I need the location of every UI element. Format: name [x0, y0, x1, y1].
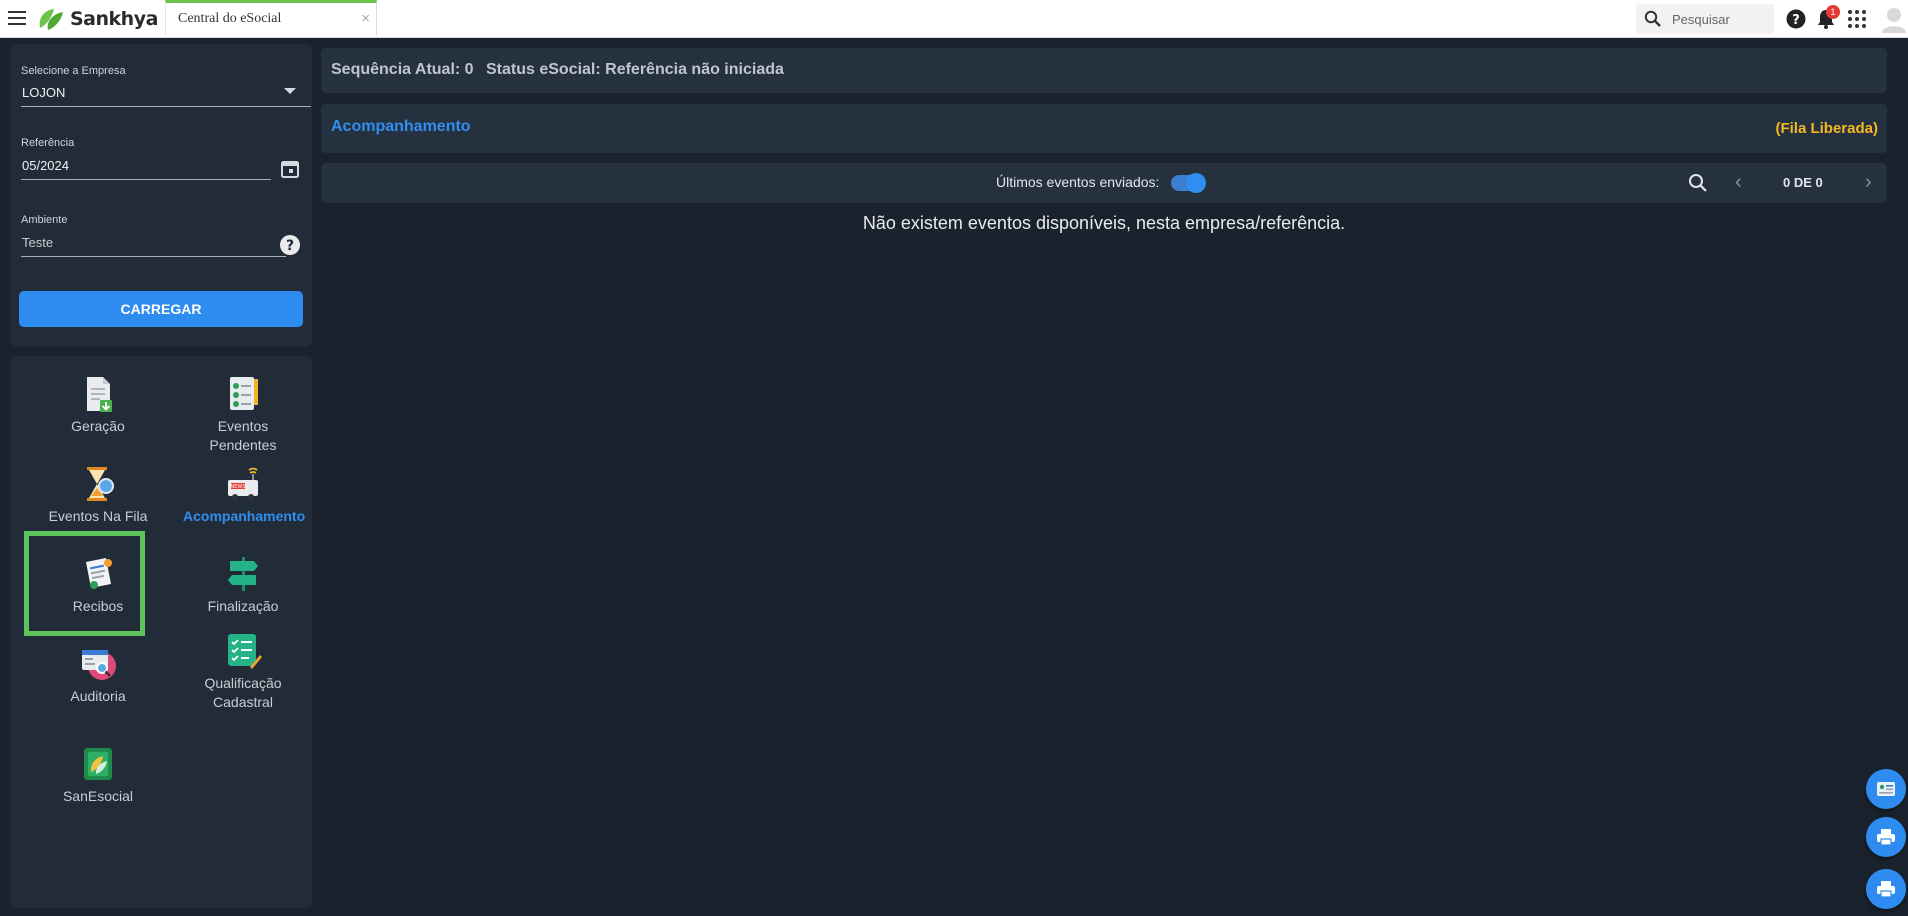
document-download-icon [87, 377, 112, 412]
status-bar: Sequência Atual: 0 Status eSocial: Refer… [321, 48, 1887, 93]
navigation-panel: Geração Eventos Pendentes Eventos Na Fil… [10, 356, 312, 908]
recibos-highlight-box [24, 531, 145, 636]
hamburger-menu-icon[interactable] [8, 11, 26, 25]
ambiente-underline [21, 256, 286, 257]
svg-text:?: ? [1792, 13, 1800, 28]
svg-text:NEWS: NEWS [230, 484, 245, 490]
empresa-underline [21, 106, 311, 107]
signpost-icon [228, 557, 258, 591]
menu-item-qualificacao-cadastral[interactable]: Qualificação Cadastral [183, 631, 303, 712]
sankhya-leaf-icon [39, 9, 63, 30]
top-bar: Sankhya Central do eSocial × ? 1 [0, 0, 1908, 38]
printer-icon [1877, 829, 1895, 846]
menu-item-eventos-pendentes[interactable]: Eventos Pendentes [183, 374, 303, 455]
ultimos-eventos-toggle[interactable] [1171, 173, 1206, 193]
toggle-knob [1186, 173, 1206, 193]
search-input[interactable] [1672, 10, 1767, 28]
referencia-input[interactable]: 05/2024 [22, 158, 69, 173]
ambiente-value: Teste [22, 235, 54, 250]
menu-label-auditoria: Auditoria [70, 688, 126, 704]
chevron-left-icon[interactable]: ‹ [1735, 171, 1742, 194]
events-toolbar: Últimos eventos enviados: ‹ 0 DE 0 › [321, 163, 1887, 203]
chevron-down-icon[interactable] [284, 88, 296, 94]
menu-label-eventos-na-fila: Eventos Na Fila [48, 508, 148, 524]
menu-label-sanesocial: SanEsocial [62, 788, 134, 804]
menu-label-eventos-pendentes: Eventos Pendentes [209, 418, 277, 453]
global-search[interactable] [1636, 4, 1774, 34]
tab-close-icon[interactable]: × [361, 10, 370, 27]
tab-central-esocial[interactable]: Central do eSocial × [165, 0, 377, 35]
fila-status-badge: (Fila Liberada) [1775, 120, 1878, 137]
pager-info: 0 DE 0 [1783, 175, 1823, 190]
menu-item-auditoria[interactable]: Auditoria [38, 644, 158, 706]
fab-print-button-2[interactable] [1866, 869, 1906, 909]
empresa-label: Selecione a Empresa [21, 65, 126, 77]
empresa-select[interactable]: LOJON [22, 85, 65, 100]
apps-grid-icon[interactable] [1846, 8, 1868, 30]
ambiente-label: Ambiente [21, 214, 68, 226]
status-esocial-text: Status eSocial: Referência não iniciada [486, 61, 784, 78]
help-icon[interactable]: ? [1785, 8, 1807, 30]
image-card-icon [1877, 782, 1895, 796]
acompanhamento-header: Acompanhamento (Fila Liberada) [321, 104, 1887, 153]
search-icon [1644, 10, 1661, 27]
svg-text:?: ? [286, 238, 294, 254]
hourglass-icon [87, 467, 114, 501]
carregar-button[interactable]: CARREGAR [19, 291, 303, 327]
notification-badge: 1 [1826, 5, 1840, 19]
menu-item-finalizacao[interactable]: Finalização [183, 554, 303, 616]
news-van-icon: NEWS [228, 467, 258, 500]
acompanhamento-title: Acompanhamento [331, 118, 471, 135]
menu-label-qualificacao-line2: Cadastral [213, 694, 273, 710]
menu-label-finalizacao: Finalização [207, 598, 279, 614]
menu-item-geracao[interactable]: Geração [38, 374, 158, 436]
checklist-pencil-icon [228, 634, 262, 669]
empty-events-message: Não existem eventos disponíveis, nesta e… [862, 213, 1346, 233]
calendar-icon[interactable] [280, 159, 300, 179]
menu-label-geracao: Geração [71, 418, 125, 434]
fab-print-button[interactable] [1866, 817, 1906, 857]
sankhya-logo[interactable]: Sankhya [36, 5, 158, 33]
fab-image-button[interactable] [1866, 769, 1906, 809]
audit-magnifier-icon [82, 650, 116, 680]
referencia-underline [21, 179, 271, 180]
menu-label-acompanhamento: Acompanhamento [183, 508, 306, 524]
checklist-icon [230, 377, 258, 410]
menu-label-qualificacao-line1: Qualificação [204, 675, 282, 691]
search-icon[interactable] [1688, 173, 1708, 193]
menu-item-sanesocial[interactable]: SanEsocial [38, 744, 158, 806]
menu-item-eventos-na-fila[interactable]: Eventos Na Fila [38, 464, 158, 526]
ultimos-eventos-label: Últimos eventos enviados: [996, 174, 1160, 190]
filter-panel: Selecione a Empresa LOJON Referência 05/… [10, 44, 312, 346]
sequencia-atual-text: Sequência Atual: 0 [331, 61, 474, 78]
sanesocial-leaf-icon [84, 748, 112, 780]
menu-item-acompanhamento[interactable]: NEWS Acompanhamento [183, 464, 306, 526]
help-circle-icon[interactable]: ? [279, 234, 301, 256]
printer-icon [1877, 881, 1895, 898]
referencia-label: Referência [21, 137, 75, 149]
user-avatar-icon[interactable] [1880, 5, 1908, 33]
tab-label: Central do eSocial [178, 11, 282, 26]
logo-text: Sankhya [70, 8, 158, 30]
chevron-right-icon[interactable]: › [1865, 171, 1872, 194]
